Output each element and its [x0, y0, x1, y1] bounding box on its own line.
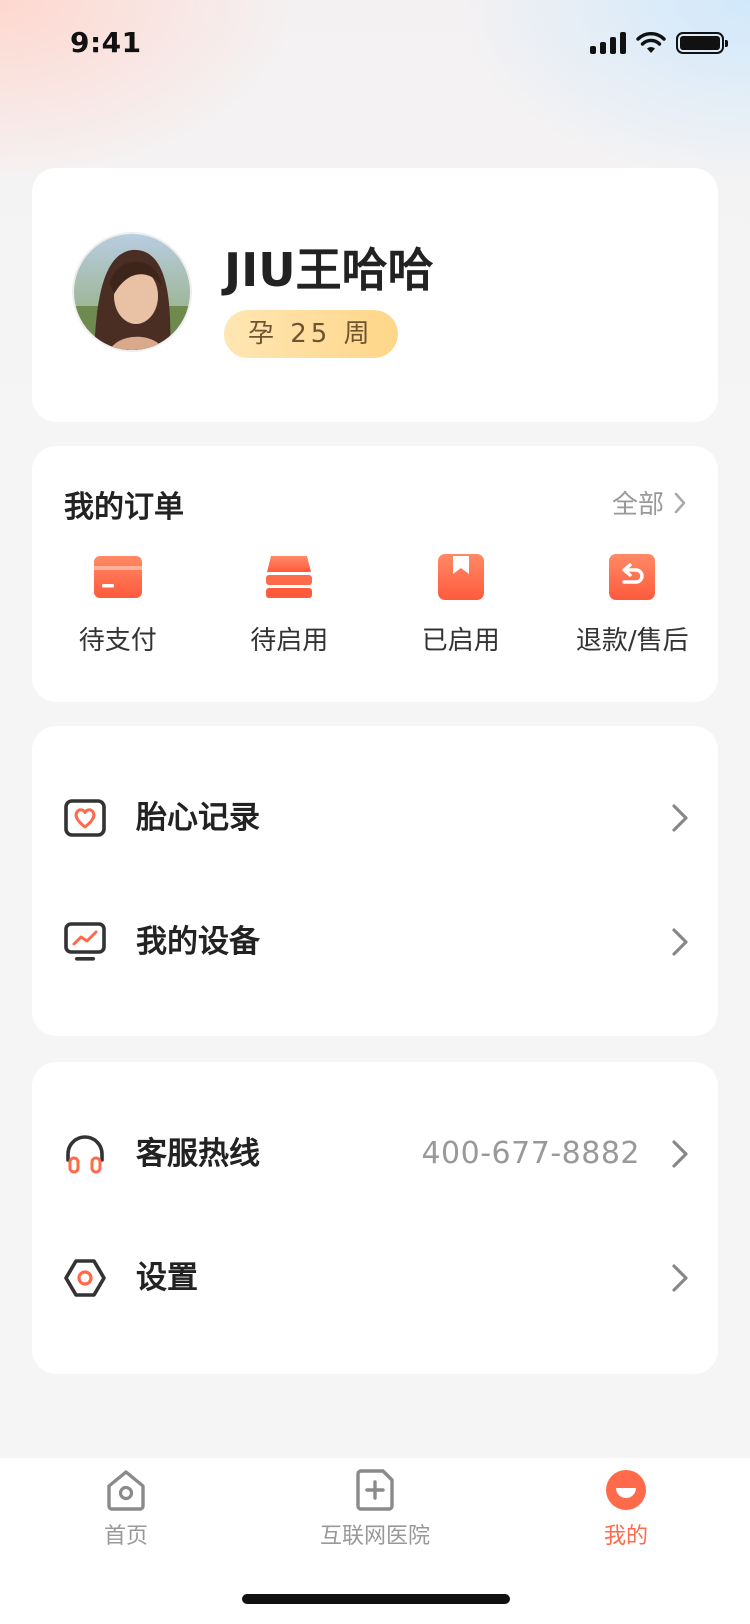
orders-view-all-link[interactable]: 全部: [612, 484, 686, 521]
status-icons: [590, 32, 728, 54]
profile-icon: [606, 1470, 646, 1510]
hotline-number: 400-677-8882: [421, 1136, 640, 1171]
orders-title: 我的订单: [64, 490, 184, 525]
card-icon: [93, 556, 142, 598]
wifi-icon: [636, 32, 666, 53]
home-indicator[interactable]: [242, 1594, 510, 1604]
order-label: 已启用: [421, 626, 500, 656]
chevron-right-icon: [672, 928, 688, 956]
chevron-right-icon: [674, 492, 686, 513]
menu-label: 客服热线: [136, 1136, 260, 1172]
monitor-icon: [64, 922, 106, 961]
menu-item-customer-hotline[interactable]: 客服热线 400-677-8882: [32, 1114, 718, 1194]
status-bar: 9:41: [0, 0, 750, 88]
tab-home[interactable]: 首页: [56, 1468, 196, 1550]
chevron-right-icon: [672, 804, 688, 832]
order-pending-activation[interactable]: 待启用: [204, 554, 376, 657]
heart-record-icon: [64, 799, 106, 837]
bookmark-icon: [437, 554, 484, 600]
menu-item-settings[interactable]: 设置: [32, 1238, 718, 1318]
hospital-icon: [356, 1469, 394, 1511]
tab-internet-hospital[interactable]: 互联网医院: [305, 1468, 445, 1550]
tab-mine[interactable]: 我的: [556, 1468, 696, 1550]
menu-label: 胎心记录: [136, 800, 260, 836]
menu-item-my-devices[interactable]: 我的设备: [32, 902, 718, 982]
avatar[interactable]: [72, 232, 192, 352]
orders-all-label: 全部: [611, 490, 664, 520]
order-pending-payment[interactable]: 待支付: [32, 554, 204, 657]
menu-label: 设置: [136, 1260, 198, 1296]
home-icon: [107, 1470, 145, 1511]
order-refund[interactable]: 退款/售后: [547, 554, 719, 657]
chevron-right-icon: [672, 1140, 688, 1168]
cellular-signal-icon: [590, 32, 626, 54]
stack-icon: [266, 556, 313, 598]
user-name: JIU王哈哈: [224, 243, 434, 297]
support-menu-card: 客服热线 400-677-8882 设置: [32, 1062, 718, 1374]
tab-label: 互联网医院: [319, 1524, 430, 1549]
battery-icon: [676, 32, 728, 54]
services-menu-card: 胎心记录 我的设备: [32, 726, 718, 1036]
order-label: 退款/售后: [575, 626, 689, 656]
pregnancy-week-badge: 孕 25 周: [224, 310, 398, 358]
order-activated[interactable]: 已启用: [375, 554, 547, 657]
order-label: 待支付: [78, 626, 157, 656]
menu-label: 我的设备: [136, 924, 260, 960]
return-icon: [609, 554, 656, 600]
order-status-grid: 待支付 待启用 已启用 退款/售后: [32, 554, 718, 657]
menu-item-fetal-heart-record[interactable]: 胎心记录: [32, 778, 718, 858]
orders-card: 我的订单 全部 待支付 待启用 已启用 退款/售后: [32, 446, 718, 702]
tab-label: 我的: [603, 1524, 648, 1549]
order-label: 待启用: [250, 626, 329, 656]
status-time: 9:41: [70, 26, 142, 59]
chevron-right-icon: [672, 1264, 688, 1292]
settings-icon: [64, 1259, 106, 1297]
headset-icon: [66, 1135, 104, 1174]
tab-label: 首页: [103, 1524, 148, 1549]
profile-card[interactable]: JIU王哈哈 孕 25 周: [32, 168, 718, 422]
